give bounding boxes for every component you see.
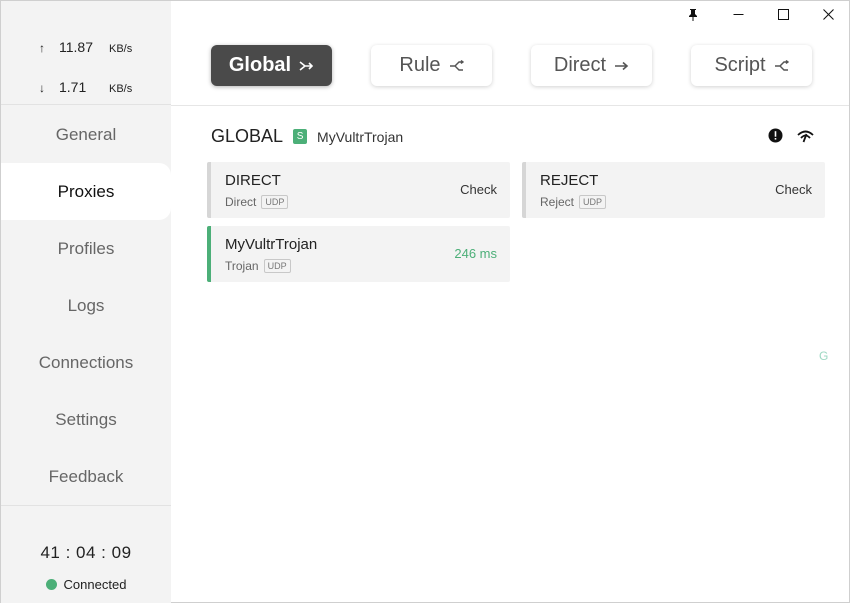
traffic-panel: ↑ 11.87 KB/s ↓ 1.71 KB/s	[1, 1, 171, 105]
close-button[interactable]	[806, 1, 850, 27]
proxy-type: Reject UDP	[540, 195, 607, 209]
status-dot-icon	[45, 579, 57, 590]
mode-global-button[interactable]: Global	[211, 45, 332, 86]
proxy-type: Trojan UDP	[225, 259, 291, 273]
corner-mark: G	[819, 349, 829, 363]
pin-icon	[689, 8, 697, 21]
maximize-button[interactable]	[761, 1, 805, 27]
sidebar-item-general[interactable]: General	[1, 106, 171, 163]
sidebar-footer: 41 : 04 : 09 Connected	[1, 505, 171, 603]
sidebar-item-profiles[interactable]: Profiles	[1, 220, 171, 277]
proxy-type-label: Reject	[540, 195, 575, 209]
check-latency-button[interactable]: Check	[775, 182, 812, 197]
arrow-right-icon	[614, 60, 629, 72]
upload-value: 11.87	[59, 39, 93, 55]
mode-rule-button[interactable]: Rule	[371, 45, 492, 86]
proxy-group-header: GLOBAL S MyVultrTrojan	[211, 126, 403, 147]
sidebar-nav: General Proxies Profiles Logs Connection…	[1, 106, 171, 505]
split-icon	[774, 59, 789, 72]
mode-script-button[interactable]: Script	[691, 45, 812, 86]
close-icon	[822, 8, 834, 20]
alert-icon[interactable]	[767, 127, 784, 144]
proxy-card-direct[interactable]: DIRECT Direct UDP Check	[207, 162, 510, 218]
proxy-card-myvultrtrojan[interactable]: MyVultrTrojan Trojan UDP 246 ms	[207, 226, 510, 282]
sidebar-item-logs[interactable]: Logs	[1, 277, 171, 334]
sidebar-item-settings[interactable]: Settings	[1, 391, 171, 448]
uptime-timer: 41 : 04 : 09	[40, 543, 132, 562]
sidebar: ↑ 11.87 KB/s ↓ 1.71 KB/s General Proxies…	[1, 1, 171, 603]
mode-global-label: Global	[228, 54, 292, 76]
minimize-icon	[733, 13, 743, 15]
upload-arrow-icon: ↑	[39, 41, 45, 55]
upload-speed: ↑ 11.87 KB/s	[39, 39, 132, 55]
download-speed: ↓ 1.71 KB/s	[39, 79, 132, 95]
mode-direct-label: Direct	[553, 54, 607, 76]
mode-direct-button[interactable]: Direct	[531, 45, 652, 86]
latency-value[interactable]: 246 ms	[454, 246, 497, 261]
group-type-badge: S	[293, 129, 308, 144]
mode-rule-label: Rule	[399, 54, 441, 76]
group-selected-proxy: MyVultrTrojan	[317, 128, 404, 145]
upload-unit: KB/s	[109, 43, 133, 55]
sidebar-item-connections[interactable]: Connections	[1, 334, 171, 391]
sidebar-item-proxies[interactable]: Proxies	[1, 163, 171, 220]
proxy-card-reject[interactable]: REJECT Reject UDP Check	[522, 162, 825, 218]
udp-badge: UDP	[261, 195, 289, 209]
split-icon	[449, 59, 464, 72]
udp-badge: UDP	[263, 259, 291, 273]
merge-arrows-icon	[299, 60, 314, 72]
app-window: ↑ 11.87 KB/s ↓ 1.71 KB/s General Proxies…	[0, 0, 850, 603]
download-arrow-icon: ↓	[39, 81, 45, 95]
sidebar-item-feedback[interactable]: Feedback	[1, 448, 171, 505]
speed-test-icon[interactable]	[797, 127, 814, 144]
proxy-type-label: Direct	[225, 195, 257, 209]
pin-button[interactable]	[671, 1, 715, 27]
proxy-name: REJECT	[540, 172, 599, 189]
maximize-icon	[777, 8, 789, 20]
connection-status: Connected	[1, 577, 171, 592]
udp-badge: UDP	[579, 195, 607, 209]
status-label: Connected	[63, 577, 127, 592]
title-bar	[171, 1, 849, 27]
check-latency-button[interactable]: Check	[460, 182, 497, 197]
proxy-type: Direct UDP	[225, 195, 289, 209]
proxy-name: MyVultrTrojan	[225, 236, 318, 253]
download-unit: KB/s	[109, 83, 133, 95]
group-name: GLOBAL	[211, 126, 284, 146]
download-value: 1.71	[59, 79, 87, 95]
minimize-button[interactable]	[716, 1, 760, 27]
mode-bar: Global Rule Direct Script	[171, 27, 849, 106]
proxy-name: DIRECT	[225, 172, 281, 189]
proxy-type-label: Trojan	[225, 259, 259, 273]
mode-script-label: Script	[714, 54, 766, 76]
